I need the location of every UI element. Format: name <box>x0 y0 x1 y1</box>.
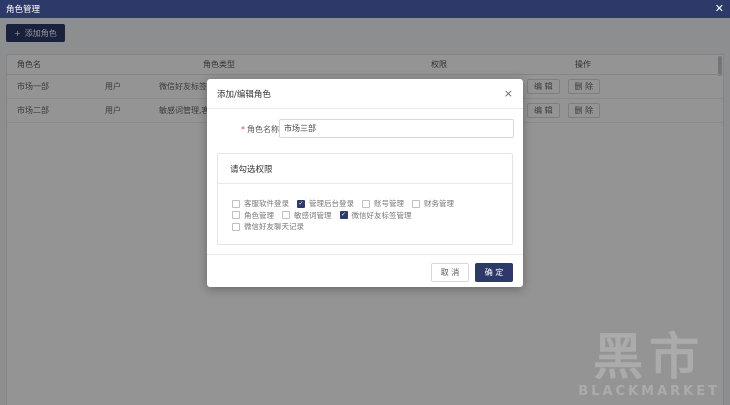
checkbox-icon <box>282 211 290 219</box>
watermark-big: 黑市 <box>593 328 706 386</box>
cancel-button[interactable]: 取 消 <box>431 263 469 282</box>
close-icon[interactable]: ✕ <box>715 2 724 15</box>
perm-checkbox[interactable]: 敏感词管理 <box>282 210 332 221</box>
confirm-button[interactable]: 确 定 <box>475 263 513 282</box>
dialog-title: 添加/编辑角色 <box>207 79 523 109</box>
perm-checkbox[interactable]: 账号管理 <box>362 198 404 209</box>
checkbox-icon <box>362 199 370 208</box>
permissions-title: 请勾选权限 <box>218 154 512 184</box>
required-asterisk: * <box>241 125 245 134</box>
permissions-panel: 请勾选权限 客服软件登录 ✓ 管理后台登录 账号管理 财务管理 角色管理 敏感词管… <box>217 153 513 245</box>
checkbox-icon <box>412 199 420 208</box>
perm-checkbox[interactable]: ✓ 管理后台登录 <box>297 198 354 209</box>
checkbox-icon <box>232 199 240 208</box>
role-name-field: * 角色名称: <box>217 119 514 139</box>
perm-checkbox[interactable]: ✓ 微信好友标签管理 <box>339 210 412 221</box>
checkbox-checked-icon: ✓ <box>297 199 305 208</box>
checkbox-icon <box>232 222 240 231</box>
role-name-label: * 角色名称: <box>241 125 282 134</box>
window-title: 角色管理 <box>6 5 41 15</box>
checkbox-icon <box>232 211 240 219</box>
checkbox-checked-icon: ✓ <box>339 211 348 219</box>
close-icon[interactable]: × <box>504 87 513 100</box>
perm-checkbox[interactable]: 角色管理 <box>232 210 274 221</box>
watermark-small: BLACKMARKET <box>578 384 720 399</box>
dialog-footer: 取 消 确 定 <box>207 254 523 287</box>
permissions-list: 客服软件登录 ✓ 管理后台登录 账号管理 财务管理 角色管理 敏感词管理 ✓ 微信好… <box>232 198 502 233</box>
role-name-input[interactable] <box>279 119 514 138</box>
edit-role-dialog: 添加/编辑角色 × *角色名称: 请勾选权限 客服软件登录 ✓管理后台登录 账号… <box>207 79 523 287</box>
perm-checkbox[interactable]: 财务管理 <box>412 198 454 209</box>
watermark-logo: 黑市 BLACKMARKET <box>578 330 720 399</box>
perm-checkbox[interactable]: 微信好友聊天记录 <box>232 221 304 232</box>
window-titlebar: 角色管理 ✕ <box>0 0 730 18</box>
perm-checkbox[interactable]: 客服软件登录 <box>232 198 289 209</box>
